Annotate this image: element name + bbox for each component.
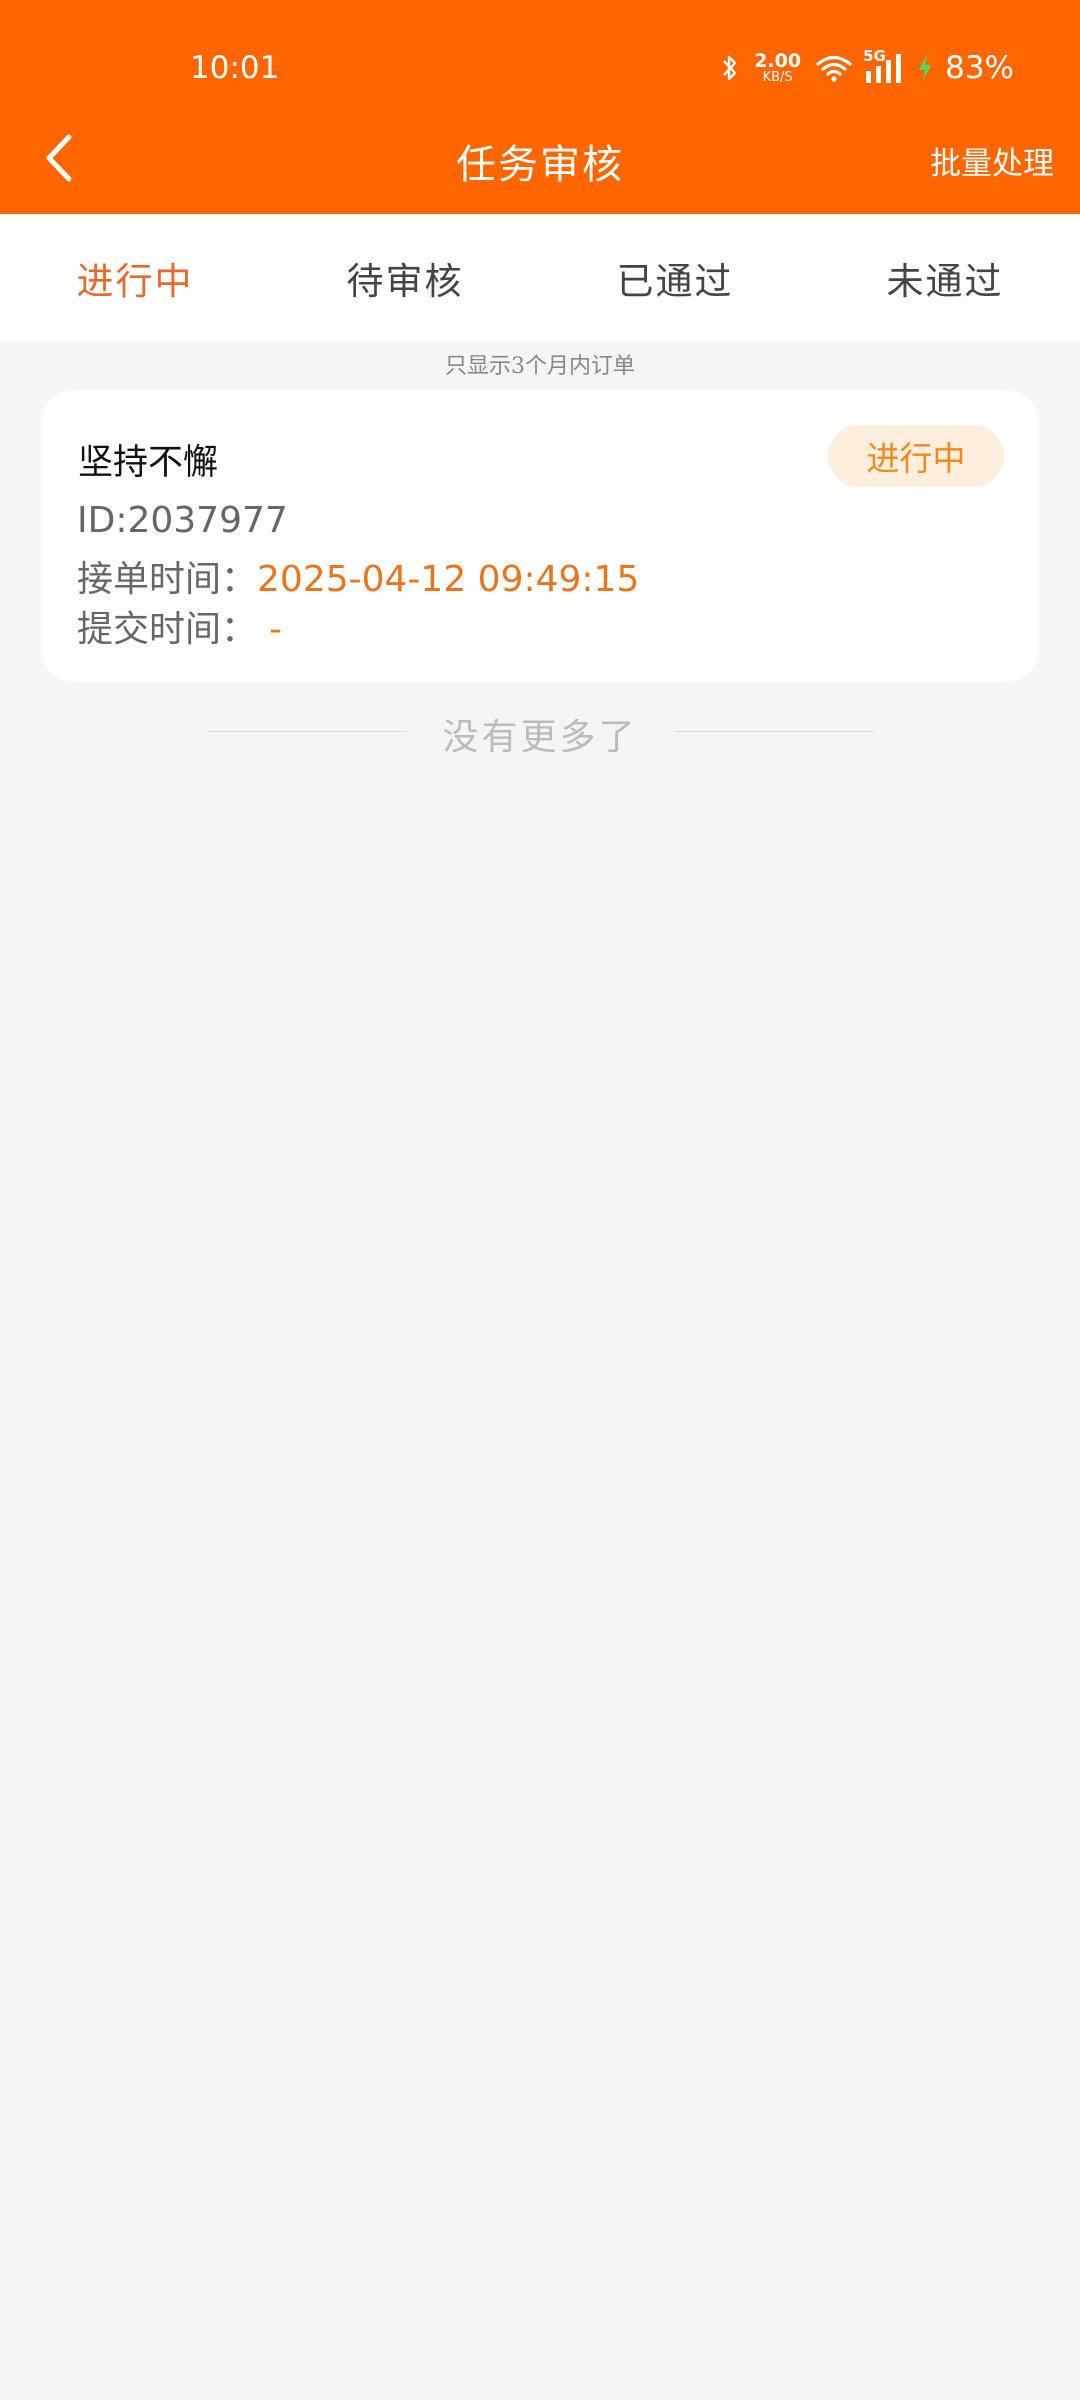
- battery-level: 83%: [945, 50, 1014, 86]
- bluetooth-icon: [720, 53, 740, 83]
- task-title: 坚持不懈: [78, 443, 219, 483]
- wifi-icon: [815, 53, 853, 83]
- charging-bolt-icon: [917, 53, 933, 83]
- task-card[interactable]: 坚持不懈 进行中 ID:2037977 接单时间：2025-04-12 09:4…: [41, 390, 1039, 682]
- net-speed-value: 2.00: [754, 50, 802, 72]
- no-more-text: 没有更多了: [442, 717, 638, 758]
- divider-right: [674, 731, 874, 732]
- net-speed-unit: KB/S: [762, 70, 793, 85]
- status-badge: 进行中: [828, 425, 1004, 487]
- cellular-signal-icon: 5G: [863, 47, 907, 85]
- tab-pending-review[interactable]: 待审核: [270, 251, 540, 305]
- no-more-indicator: 没有更多了: [0, 706, 1080, 758]
- status-bar: 10:01 2.00 KB/S 5G 83%: [0, 0, 1080, 130]
- submit-time-label: 提交时间：: [77, 609, 258, 650]
- tab-approved[interactable]: 已通过: [540, 251, 810, 305]
- submit-time-row: 提交时间： -: [77, 600, 282, 652]
- accept-time-label: 接单时间：: [77, 559, 258, 600]
- net-speed: 2.00 KB/S: [754, 50, 802, 85]
- status-time: 10:01: [190, 50, 280, 86]
- submit-time-value: -: [269, 609, 283, 650]
- status-icons: 2.00 KB/S 5G 83%: [720, 47, 1014, 88]
- accept-time-row: 接单时间：2025-04-12 09:49:15: [77, 550, 639, 602]
- batch-process-button[interactable]: 批量处理: [930, 138, 1054, 183]
- list-hint: 只显示3个月内订单: [445, 354, 635, 379]
- tab-in-progress[interactable]: 进行中: [0, 251, 270, 305]
- status-tabs: 进行中 待审核 已通过 未通过: [0, 214, 1080, 342]
- app-header: 10:01 2.00 KB/S 5G 83% 任务审核 批量处理: [0, 0, 1080, 214]
- accept-time-value: 2025-04-12 09:49:15: [257, 559, 640, 600]
- task-id: ID:2037977: [77, 500, 288, 541]
- tab-rejected[interactable]: 未通过: [810, 251, 1080, 305]
- page-title: 任务审核: [456, 142, 624, 188]
